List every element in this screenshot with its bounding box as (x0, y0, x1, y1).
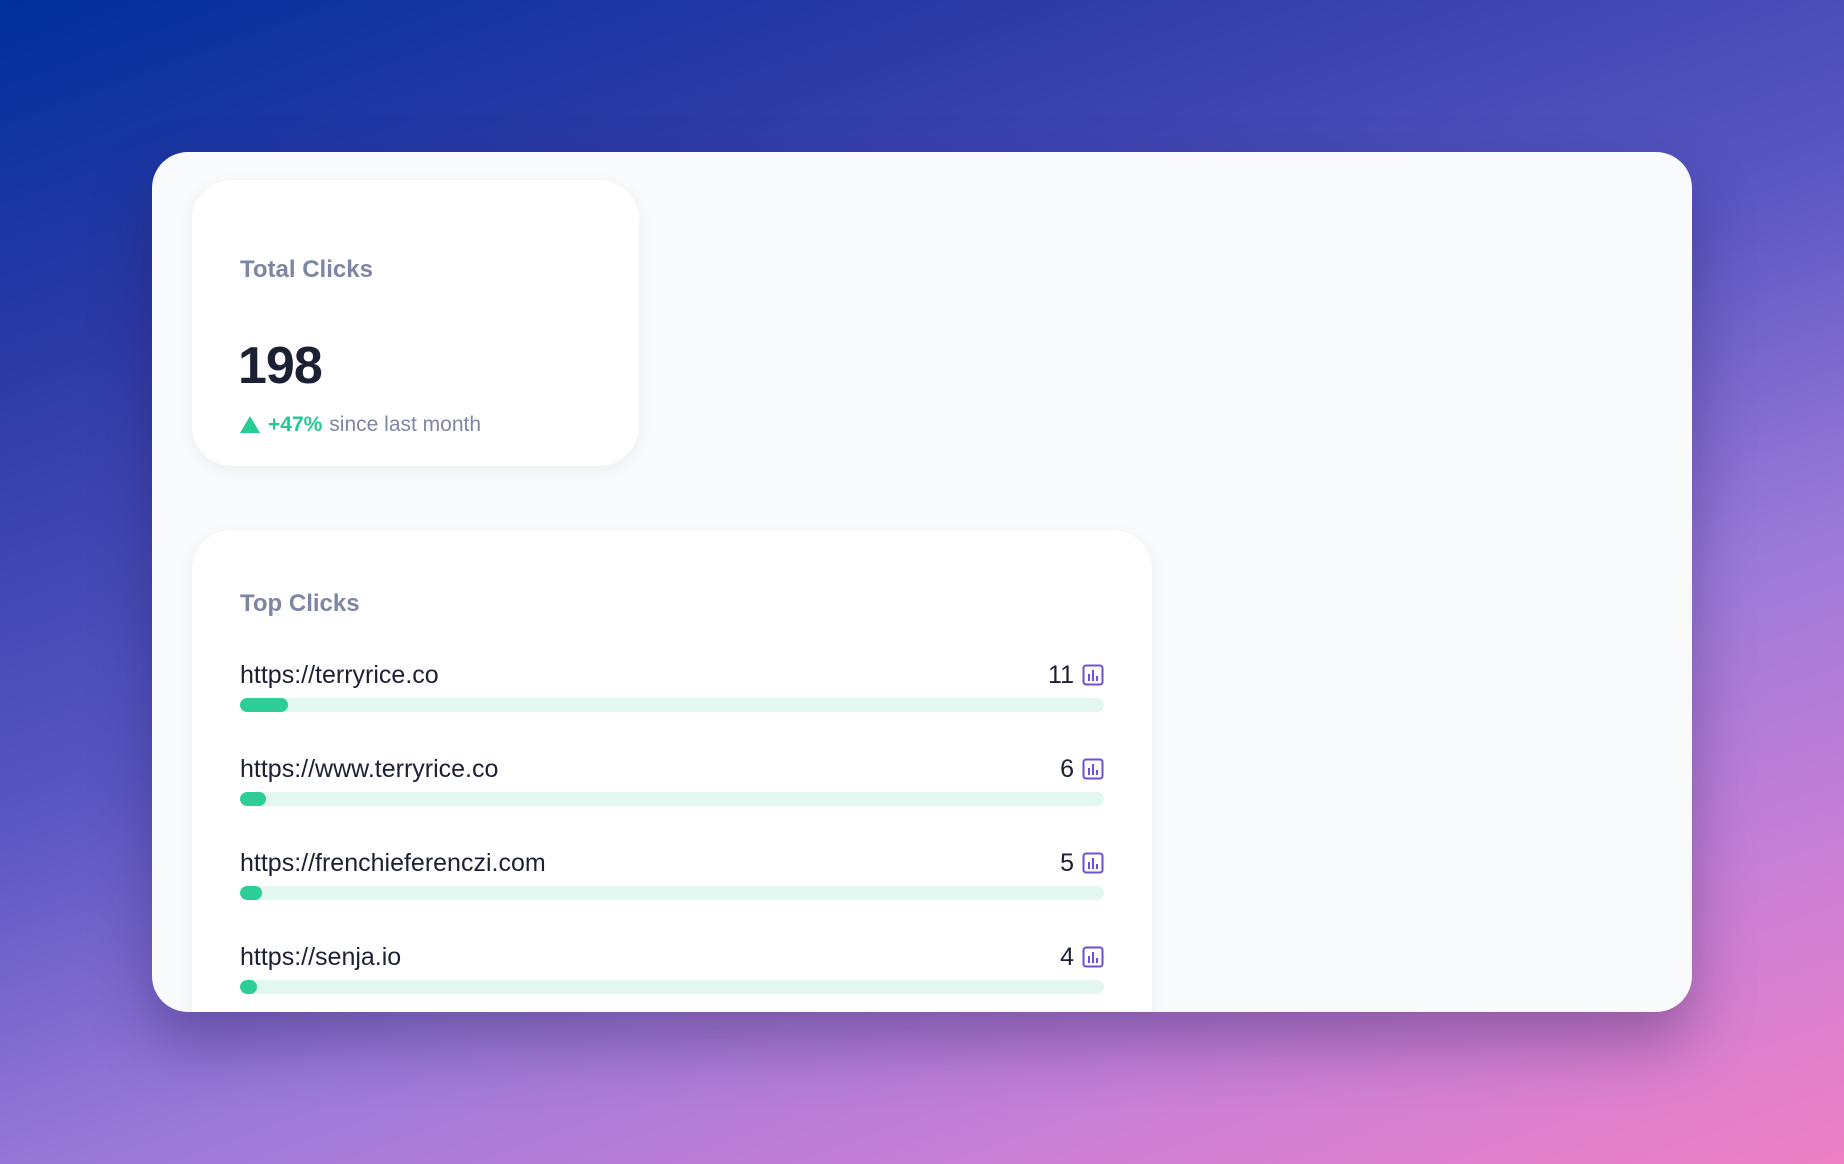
progress-fill (240, 698, 288, 712)
list-item: https://senja.io 4 (240, 942, 1104, 1012)
link-url[interactable]: https://terryrice.co (240, 660, 439, 690)
progress-fill (240, 980, 258, 994)
progress-track (240, 792, 1104, 806)
trend-indicator: +47% since last month (240, 412, 481, 438)
total-clicks-title: Total Clicks (240, 256, 373, 283)
click-count: 11 (1048, 661, 1074, 689)
top-clicks-title: Top Clicks (240, 590, 360, 617)
click-count: 6 (1060, 755, 1074, 783)
progress-fill (240, 886, 262, 900)
bar-chart-icon[interactable] (1082, 664, 1104, 686)
click-count: 5 (1060, 849, 1074, 877)
trend-percent: +47% (268, 413, 323, 436)
click-count: 4 (1060, 943, 1074, 971)
progress-track (240, 980, 1104, 994)
triangle-up-icon (240, 415, 260, 433)
progress-track (240, 886, 1104, 900)
link-url[interactable]: https://frenchieferenczi.com (240, 848, 546, 878)
list-item: https://terryrice.co 11 (240, 660, 1104, 754)
trend-text: since last month (329, 413, 482, 436)
progress-track (240, 698, 1104, 712)
top-clicks-list: https://terryrice.co 11 https://www.terr… (240, 660, 1104, 1012)
bar-chart-icon[interactable] (1082, 758, 1104, 780)
link-url[interactable]: https://senja.io (240, 942, 401, 972)
list-item: https://www.terryrice.co 6 (240, 754, 1104, 848)
dashboard-window: Total Clicks 198 +47% since last month T… (152, 152, 1692, 1012)
total-clicks-value: 198 (238, 337, 323, 395)
top-clicks-card: Top Clicks https://terryrice.co 11 https… (192, 530, 1152, 1012)
total-clicks-card: Total Clicks 198 +47% since last month (192, 180, 639, 466)
bar-chart-icon[interactable] (1082, 946, 1104, 968)
bar-chart-icon[interactable] (1082, 852, 1104, 874)
link-url[interactable]: https://www.terryrice.co (240, 754, 498, 784)
list-item: https://frenchieferenczi.com 5 (240, 848, 1104, 942)
progress-fill (240, 792, 266, 806)
